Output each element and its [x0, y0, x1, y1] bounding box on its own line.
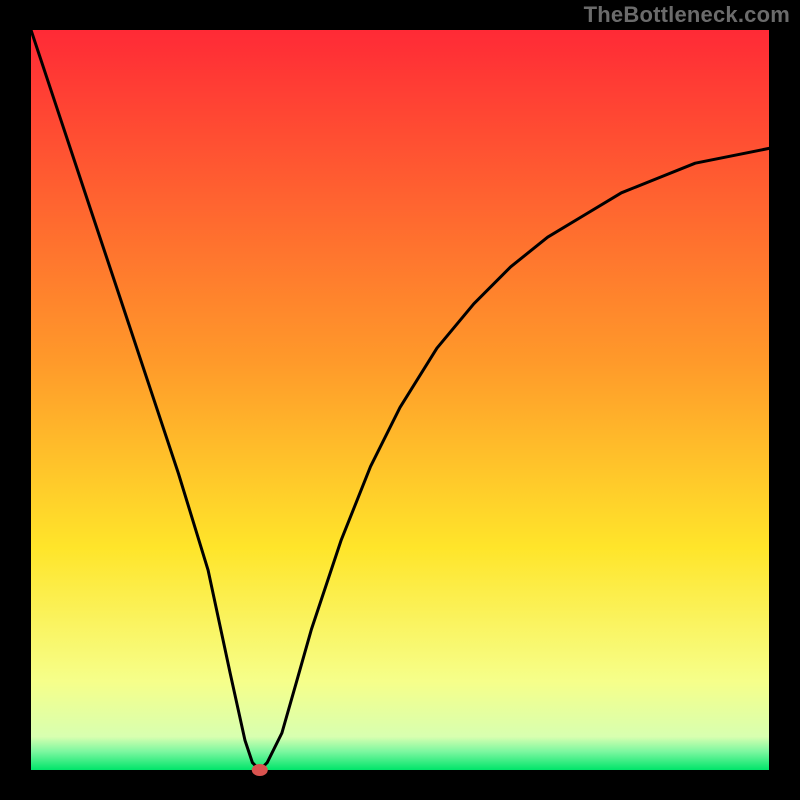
chart-canvas — [0, 0, 800, 800]
plot-background — [31, 30, 769, 770]
attribution-text: TheBottleneck.com — [584, 2, 790, 28]
optimal-point-marker — [252, 764, 268, 776]
chart-frame: { "attribution": "TheBottleneck.com", "c… — [0, 0, 800, 800]
